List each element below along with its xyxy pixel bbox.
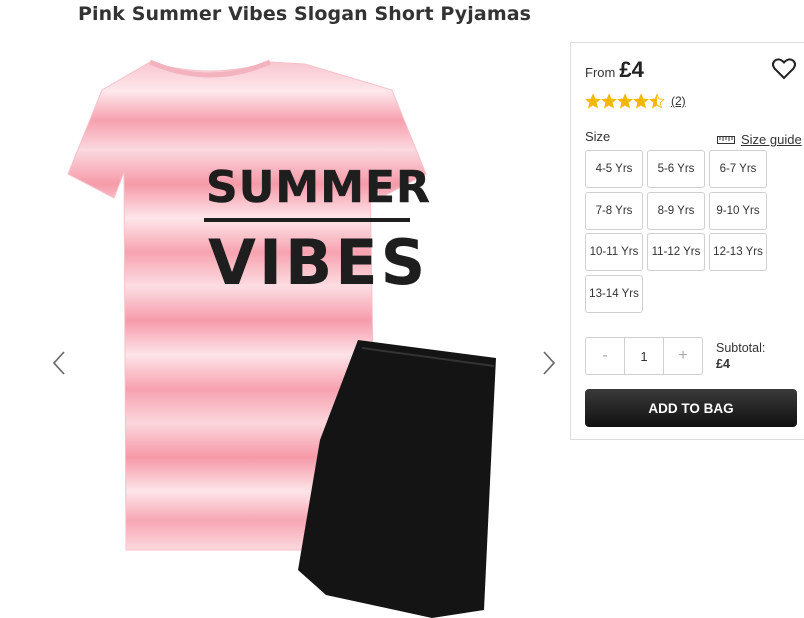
star-icon bbox=[649, 93, 665, 109]
size-option[interactable]: 12-13 Yrs bbox=[709, 233, 767, 271]
star-icon bbox=[601, 93, 617, 109]
previous-image-button[interactable] bbox=[48, 348, 68, 378]
size-guide-link[interactable]: Size guide bbox=[717, 132, 802, 147]
add-to-bag-button[interactable]: ADD TO BAG bbox=[585, 389, 797, 427]
subtotal-value: £4 bbox=[716, 357, 730, 371]
wishlist-button[interactable] bbox=[771, 57, 797, 81]
size-option[interactable]: 11-12 Yrs bbox=[647, 233, 705, 271]
quantity-decrease-button[interactable]: - bbox=[586, 338, 624, 374]
review-count-link[interactable]: (2) bbox=[671, 94, 686, 108]
product-image: SUMMER VIBES bbox=[67, 59, 496, 618]
size-option[interactable]: 10-11 Yrs bbox=[585, 233, 643, 271]
size-option[interactable]: 9-10 Yrs bbox=[709, 191, 767, 230]
heart-icon bbox=[772, 58, 796, 80]
rating-stars bbox=[585, 93, 665, 109]
size-guide-label: Size guide bbox=[741, 132, 802, 147]
rating: (2) bbox=[585, 93, 686, 109]
price-row: From £4 bbox=[585, 57, 644, 83]
size-option[interactable]: 6-7 Yrs bbox=[709, 150, 767, 188]
slogan-summer: SUMMER bbox=[206, 162, 431, 213]
star-icon bbox=[585, 93, 601, 109]
quantity-value[interactable]: 1 bbox=[624, 338, 664, 374]
page-title: Pink Summer Vibes Slogan Short Pyjamas bbox=[78, 3, 532, 25]
size-option[interactable]: 7-8 Yrs bbox=[585, 191, 643, 230]
size-option[interactable]: 13-14 Yrs bbox=[585, 274, 643, 313]
quantity-increase-button[interactable]: + bbox=[664, 338, 702, 374]
size-label: Size bbox=[585, 129, 611, 144]
size-option[interactable]: 5-6 Yrs bbox=[647, 150, 705, 188]
slogan-vibes: VIBES bbox=[208, 226, 428, 299]
chevron-right-icon bbox=[543, 351, 556, 375]
subtotal: Subtotal: £4 bbox=[716, 340, 765, 372]
price: £4 bbox=[619, 57, 644, 82]
product-gallery: SUMMER VIBES bbox=[40, 40, 570, 618]
from-label: From bbox=[585, 65, 616, 80]
purchase-panel: From £4 (2) Size Size guide 4-5 Yrs 5-6 Y… bbox=[570, 42, 804, 440]
subtotal-label: Subtotal: bbox=[716, 341, 766, 355]
ruler-icon bbox=[717, 135, 735, 144]
quantity-stepper: - 1 + bbox=[585, 337, 703, 375]
size-option[interactable]: 4-5 Yrs bbox=[585, 150, 643, 188]
next-image-button[interactable] bbox=[540, 348, 560, 378]
star-icon bbox=[617, 93, 633, 109]
size-option[interactable]: 8-9 Yrs bbox=[647, 191, 705, 230]
chevron-left-icon bbox=[52, 351, 65, 375]
star-icon bbox=[633, 93, 649, 109]
